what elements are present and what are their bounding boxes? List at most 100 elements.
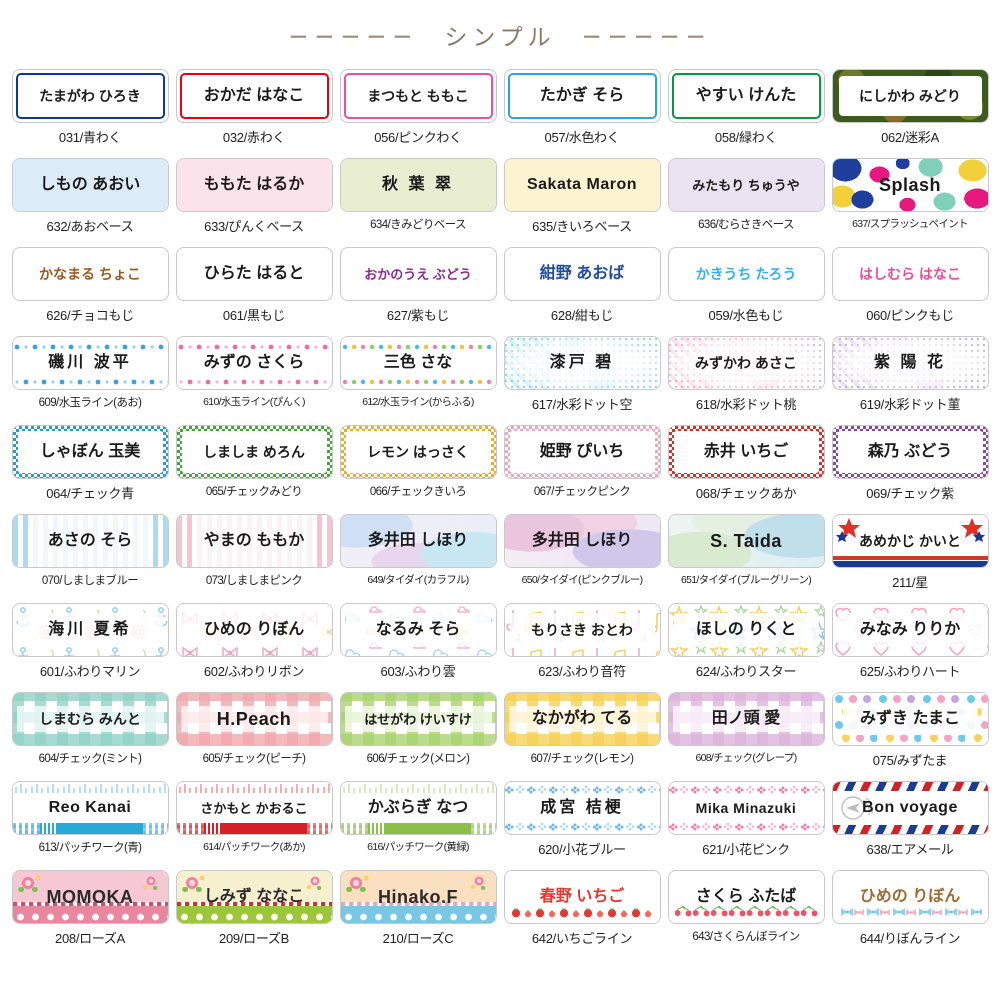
name-sticker[interactable]: まつもと ももこ (340, 70, 496, 122)
name-sticker[interactable]: Reo Kanai (12, 782, 168, 834)
name-sticker[interactable]: なるみ そら (340, 604, 496, 656)
sticker-cell[interactable]: 漆戸 碧 617/水彩ドット空 (502, 337, 662, 426)
sticker-cell[interactable]: にしかわ みどり 062/迷彩A (830, 70, 990, 159)
name-sticker[interactable]: かぶらぎ なつ (340, 782, 496, 834)
name-sticker[interactable]: はしむら はなこ (832, 248, 988, 300)
sticker-cell[interactable]: たかぎ そら 057/水色わく (502, 70, 662, 159)
name-sticker[interactable]: やすい けんた (668, 70, 824, 122)
name-sticker[interactable]: レモン はっさく (340, 426, 496, 478)
sticker-cell[interactable]: 紺野 あおば 628/紺もじ (502, 248, 662, 337)
sticker-cell[interactable]: たまがわ ひろき 031/青わく (10, 70, 170, 159)
name-sticker[interactable]: ひめの りぼん (832, 871, 988, 923)
name-sticker[interactable]: 紺野 あおば (504, 248, 660, 300)
name-sticker[interactable]: 森乃 ぶどう (832, 426, 988, 478)
name-sticker[interactable]: しゃぼん 玉美 (12, 426, 168, 478)
sticker-cell[interactable]: かきうち たろう 059/水色もじ (666, 248, 826, 337)
name-sticker[interactable]: Bon voyage (832, 782, 988, 834)
name-sticker[interactable]: しみず ななこ (176, 871, 332, 923)
sticker-cell[interactable]: MOMOKA 208/ローズA (10, 871, 170, 960)
sticker-cell[interactable]: あめかじ かいと 211/星 (830, 515, 990, 604)
name-sticker[interactable]: 海川 夏希 (12, 604, 168, 656)
name-sticker[interactable]: ももた はるか (176, 159, 332, 211)
sticker-cell[interactable]: しましま めろん 065/チェックみどり (174, 426, 334, 515)
sticker-cell[interactable]: しまむら みんと 604/チェック(ミント) (10, 693, 170, 782)
sticker-cell[interactable]: Reo Kanai 613/パッチワーク(青) (10, 782, 170, 871)
sticker-cell[interactable]: Hinako.F 210/ローズC (338, 871, 498, 960)
sticker-cell[interactable]: まつもと ももこ 056/ピンクわく (338, 70, 498, 159)
name-sticker[interactable]: Mika Minazuki (668, 782, 824, 834)
sticker-cell[interactable]: 成宮 桔梗 620/小花ブルー (502, 782, 662, 871)
name-sticker[interactable]: もりさき おとわ (504, 604, 660, 656)
sticker-cell[interactable]: H.Peach 605/チェック(ピーチ) (174, 693, 334, 782)
name-sticker[interactable]: みなみ りりか (832, 604, 988, 656)
name-sticker[interactable]: にしかわ みどり (832, 70, 988, 122)
sticker-cell[interactable]: Bon voyage 638/エアメール (830, 782, 990, 871)
sticker-cell[interactable]: ほしの りくと 624/ふわりスター (666, 604, 826, 693)
sticker-cell[interactable]: みずかわ あさこ 618/水彩ドット桃 (666, 337, 826, 426)
name-sticker[interactable]: さくら ふたば (668, 871, 824, 923)
sticker-cell[interactable]: なかがわ てる 607/チェック(レモン) (502, 693, 662, 782)
name-sticker[interactable]: やまの ももか (176, 515, 332, 567)
name-sticker[interactable]: たまがわ ひろき (12, 70, 168, 122)
sticker-cell[interactable]: みずき たまこ 075/みずたま (830, 693, 990, 782)
sticker-cell[interactable]: Sakata Maron 635/きいろベース (502, 159, 662, 248)
sticker-cell[interactable]: 姫野 ぴいち 067/チェックピンク (502, 426, 662, 515)
sticker-cell[interactable]: もりさき おとわ 623/ふわり音符 (502, 604, 662, 693)
sticker-cell[interactable]: しみず ななこ 209/ローズB (174, 871, 334, 960)
sticker-cell[interactable]: やまの ももか 073/しましまピンク (174, 515, 334, 604)
sticker-cell[interactable]: かなまる ちょこ 626/チョコもじ (10, 248, 170, 337)
name-sticker[interactable]: みたもり ちゅうや (668, 159, 824, 211)
sticker-cell[interactable]: 多井田 しほり 649/タイダイ(カラフル) (338, 515, 498, 604)
sticker-cell[interactable]: やすい けんた 058/緑わく (666, 70, 826, 159)
name-sticker[interactable]: しもの あおい (12, 159, 168, 211)
name-sticker[interactable]: 姫野 ぴいち (504, 426, 660, 478)
sticker-cell[interactable]: みずの さくら 610/水玉ライン(ぴんく) (174, 337, 334, 426)
name-sticker[interactable]: しまむら みんと (12, 693, 168, 745)
sticker-cell[interactable]: Splash 637/スプラッシュペイント (830, 159, 990, 248)
sticker-cell[interactable]: おかのうえ ぶどう 627/紫もじ (338, 248, 498, 337)
sticker-cell[interactable]: 田ノ頭 愛 608/チェック(グレープ) (666, 693, 826, 782)
name-sticker[interactable]: 赤井 いちご (668, 426, 824, 478)
sticker-cell[interactable]: 春野 いちご 642/いちごライン (502, 871, 662, 960)
name-sticker[interactable]: あさの そら (12, 515, 168, 567)
sticker-cell[interactable]: さくら ふたば 643/さくらんぼライン (666, 871, 826, 960)
name-sticker[interactable]: あめかじ かいと (832, 515, 988, 567)
sticker-cell[interactable]: さかもと かおるこ 614/パッチワーク(あか) (174, 782, 334, 871)
name-sticker[interactable]: 成宮 桔梗 (504, 782, 660, 834)
sticker-cell[interactable]: 多井田 しほり 650/タイダイ(ピンクブルー) (502, 515, 662, 604)
name-sticker[interactable]: ひめの りぼん (176, 604, 332, 656)
name-sticker[interactable]: おかのうえ ぶどう (340, 248, 496, 300)
name-sticker[interactable]: 三色 さな (340, 337, 496, 389)
sticker-cell[interactable]: ももた はるか 633/ぴんくベース (174, 159, 334, 248)
sticker-cell[interactable]: しゃぼん 玉美 064/チェック青 (10, 426, 170, 515)
sticker-cell[interactable]: はせがわ けいすけ 606/チェック(メロン) (338, 693, 498, 782)
sticker-cell[interactable]: しもの あおい 632/あおベース (10, 159, 170, 248)
name-sticker[interactable]: かなまる ちょこ (12, 248, 168, 300)
sticker-cell[interactable]: 紫 陽 花 619/水彩ドット菫 (830, 337, 990, 426)
name-sticker[interactable]: Splash (832, 159, 988, 211)
sticker-cell[interactable]: S. Taida 651/タイダイ(ブルーグリーン) (666, 515, 826, 604)
name-sticker[interactable]: みずの さくら (176, 337, 332, 389)
name-sticker[interactable]: はせがわ けいすけ (340, 693, 496, 745)
name-sticker[interactable]: 磯川 波平 (12, 337, 168, 389)
sticker-cell[interactable]: ひめの りぼん 602/ふわりリボン (174, 604, 334, 693)
sticker-cell[interactable]: みたもり ちゅうや 636/むらさきベース (666, 159, 826, 248)
sticker-cell[interactable]: 海川 夏希 601/ふわりマリン (10, 604, 170, 693)
name-sticker[interactable]: みずかわ あさこ (668, 337, 824, 389)
name-sticker[interactable]: かきうち たろう (668, 248, 824, 300)
sticker-cell[interactable]: ひめの りぼん 644/りぼんライン (830, 871, 990, 960)
name-sticker[interactable]: MOMOKA (12, 871, 168, 923)
sticker-cell[interactable]: レモン はっさく 066/チェックきいろ (338, 426, 498, 515)
sticker-cell[interactable]: Mika Minazuki 621/小花ピンク (666, 782, 826, 871)
sticker-cell[interactable]: 秋 葉 翠 634/きみどりベース (338, 159, 498, 248)
sticker-cell[interactable]: 森乃 ぶどう 069/チェック紫 (830, 426, 990, 515)
sticker-cell[interactable]: 赤井 いちご 068/チェックあか (666, 426, 826, 515)
name-sticker[interactable]: なかがわ てる (504, 693, 660, 745)
sticker-cell[interactable]: おかだ はなこ 032/赤わく (174, 70, 334, 159)
name-sticker[interactable]: S. Taida (668, 515, 824, 567)
name-sticker[interactable]: 秋 葉 翠 (340, 159, 496, 211)
name-sticker[interactable]: 多井田 しほり (504, 515, 660, 567)
sticker-cell[interactable]: みなみ りりか 625/ふわりハート (830, 604, 990, 693)
sticker-cell[interactable]: ひらた はると 061/黒もじ (174, 248, 334, 337)
sticker-cell[interactable]: はしむら はなこ 060/ピンクもじ (830, 248, 990, 337)
